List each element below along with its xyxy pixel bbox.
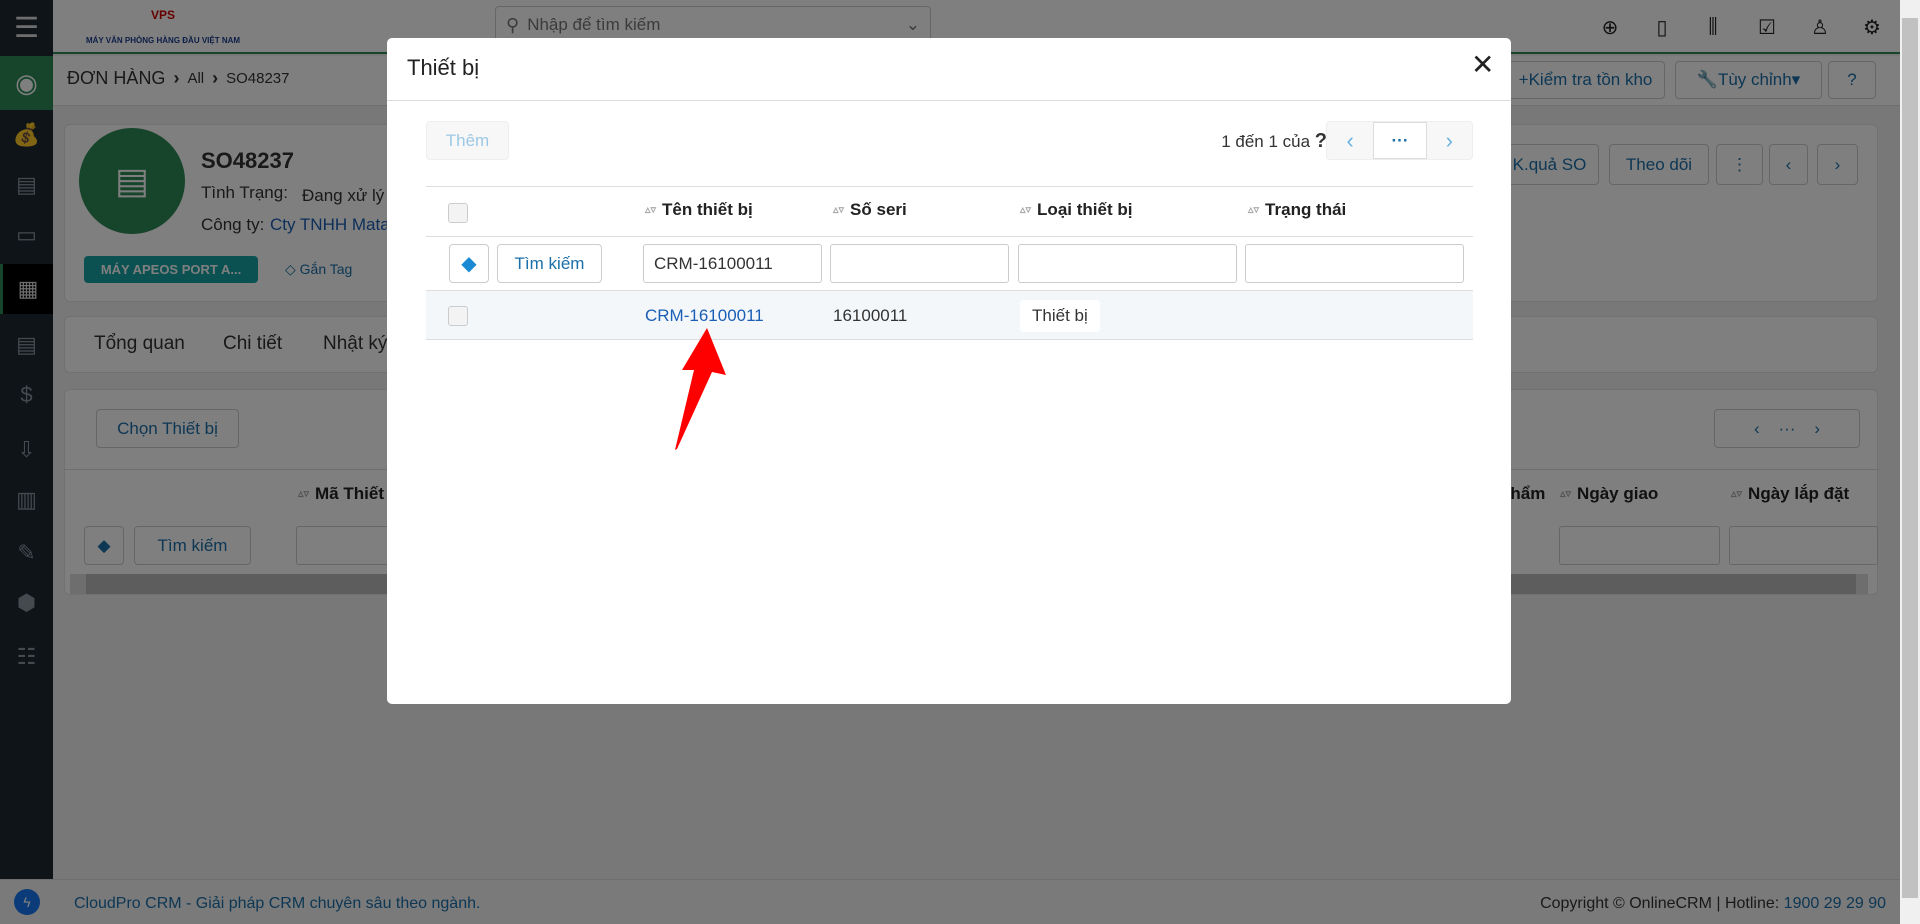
filter-so-seri[interactable] (830, 244, 1009, 283)
paging-info: 1 đến 1 của ? (1221, 130, 1327, 152)
device-modal: Thiết bị ✕ Thêm 1 đến 1 của ? ‹ ··· › ▵▿… (387, 38, 1511, 704)
device-type-badge: Thiết bị (1020, 300, 1100, 332)
next-page-button[interactable]: › (1427, 122, 1472, 159)
filter-loai-thiet-bi[interactable] (1018, 244, 1237, 283)
page-scrollbar[interactable] (1900, 0, 1920, 924)
col-loai-thiet-bi[interactable]: ▵▿ Loại thiết bị (1020, 200, 1132, 220)
row-checkbox[interactable] (448, 306, 468, 326)
page-more-button[interactable]: ··· (1373, 122, 1427, 159)
filter-trang-thai[interactable] (1245, 244, 1464, 283)
clear-filter-eraser-icon[interactable]: ◆ (449, 244, 489, 283)
close-icon[interactable]: ✕ (1471, 48, 1494, 81)
modal-title: Thiết bị (407, 55, 480, 80)
annotation-arrow-icon (675, 328, 726, 450)
select-all-checkbox[interactable] (448, 203, 468, 223)
col-so-seri[interactable]: ▵▿ Số seri (833, 200, 907, 220)
add-button[interactable]: Thêm (426, 121, 509, 160)
col-trang-thai[interactable]: ▵▿ Trạng thái (1248, 200, 1346, 220)
modal-search-button[interactable]: Tìm kiếm (497, 244, 602, 283)
filter-ten-thiet-bi[interactable]: CRM-16100011 (643, 244, 822, 283)
device-serial: 16100011 (833, 306, 908, 325)
table-row[interactable] (426, 290, 1473, 340)
modal-pagination: ‹ ··· › (1326, 121, 1473, 160)
col-ten-thiet-bi[interactable]: ▵▿ Tên thiết bị (645, 200, 753, 220)
prev-page-button[interactable]: ‹ (1327, 122, 1373, 159)
